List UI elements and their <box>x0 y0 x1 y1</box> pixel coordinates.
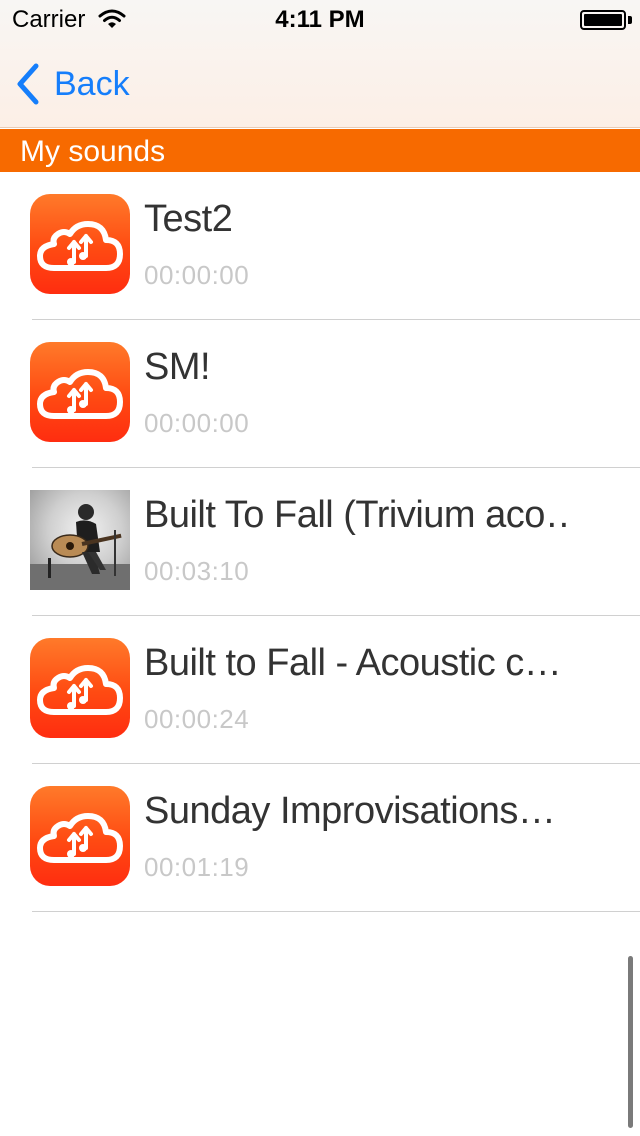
battery-icon <box>580 10 626 30</box>
sound-duration: 00:00:00 <box>144 260 250 290</box>
navigation-bar: Carrier 4:11 PM Back <box>0 0 640 128</box>
row-separator <box>32 911 640 912</box>
sounds-list[interactable]: Test2 00:00:00 SM! 00:00:00 Built To Fal… <box>0 172 640 912</box>
sound-title: Test2 <box>144 198 233 240</box>
section-title: My sounds <box>20 135 166 168</box>
cloud-music-icon <box>30 194 130 294</box>
sound-duration: 00:01:19 <box>144 852 250 882</box>
scroll-indicator[interactable] <box>628 956 633 1128</box>
sound-duration: 00:00:24 <box>144 704 250 734</box>
sound-title: Sunday Improvisations… <box>144 790 556 832</box>
sound-row[interactable]: Sunday Improvisations… 00:01:19 <box>0 764 640 912</box>
battery-tip <box>628 16 632 24</box>
chevron-left-icon <box>17 63 39 105</box>
guitar-player-photo <box>30 490 130 590</box>
sound-title: SM! <box>144 346 211 388</box>
section-header: My sounds <box>0 129 640 172</box>
back-button[interactable]: Back <box>14 60 130 108</box>
cloud-music-icon <box>30 786 130 886</box>
sound-row[interactable]: Test2 00:00:00 <box>0 172 640 320</box>
sound-title: Built to Fall - Acoustic c… <box>144 642 562 684</box>
sound-row[interactable]: Built to Fall - Acoustic c… 00:00:24 <box>0 616 640 764</box>
sound-duration: 00:03:10 <box>144 556 250 586</box>
status-bar: Carrier 4:11 PM <box>0 0 640 40</box>
cloud-music-icon <box>30 638 130 738</box>
sound-title: Built To Fall (Trivium aco… <box>144 494 574 536</box>
status-time: 4:11 PM <box>275 6 365 33</box>
sound-duration: 00:00:00 <box>144 408 250 438</box>
sound-row[interactable]: SM! 00:00:00 <box>0 320 640 468</box>
sound-row[interactable]: Built To Fall (Trivium aco… 00:03:10 <box>0 468 640 616</box>
back-label: Back <box>54 64 130 103</box>
cloud-music-icon <box>30 342 130 442</box>
